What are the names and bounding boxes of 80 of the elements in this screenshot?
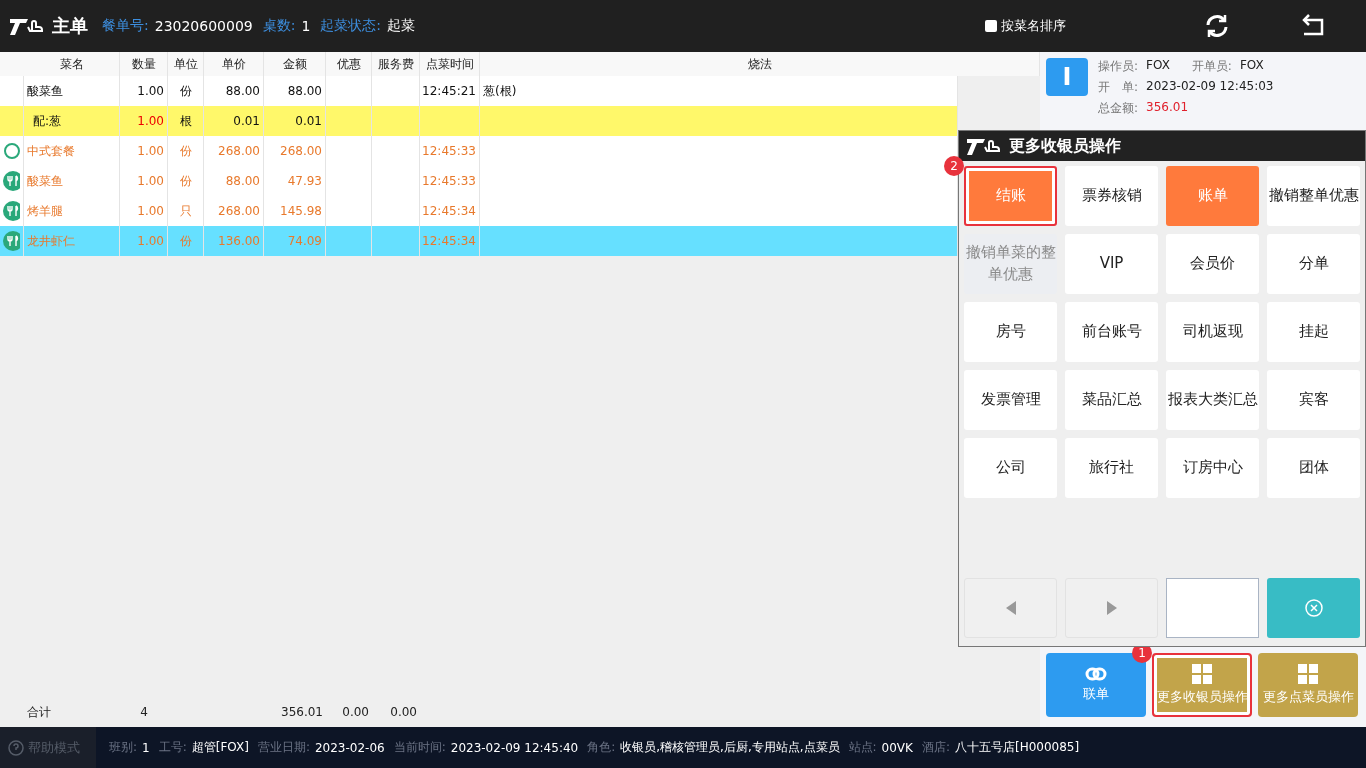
action-button[interactable]: 公司 xyxy=(964,438,1057,498)
status-value: 超管[FOX] xyxy=(191,739,249,756)
status-label: 角色: xyxy=(587,739,616,756)
total-cell-text: 0.00 xyxy=(389,704,418,721)
status-label: 站点: xyxy=(848,739,877,756)
field-value: 1 xyxy=(301,18,311,34)
info-value: FOX xyxy=(1146,58,1170,74)
help-icon[interactable] xyxy=(8,739,24,756)
table-cell: 136.00 xyxy=(204,226,264,256)
info-value: 2023-02-09 12:45:03 xyxy=(1146,79,1274,95)
status-value: 2023-02-06 xyxy=(314,740,385,755)
table-cell: 12:45:34 xyxy=(420,226,480,256)
back-icon[interactable] xyxy=(1300,14,1326,38)
logo-icon xyxy=(965,136,1003,156)
info-value: 356.01 xyxy=(1146,100,1189,116)
field-value: 起菜 xyxy=(387,17,416,35)
status-label: 当前时间: xyxy=(393,739,446,756)
action-button[interactable]: 团体 xyxy=(1267,438,1360,498)
cutlery-icon xyxy=(3,231,20,251)
checkbox[interactable] xyxy=(985,20,997,32)
action-button[interactable]: 分单 xyxy=(1267,234,1360,294)
table-cell: 1.00 xyxy=(120,226,168,256)
cutlery-icon xyxy=(3,201,20,221)
input-field[interactable] xyxy=(1166,578,1259,638)
status-label: 酒店: xyxy=(921,739,950,756)
action-button[interactable]: 票券核销 xyxy=(1065,166,1158,226)
info-value: FOX xyxy=(1239,58,1264,74)
action-button[interactable]: 会员价 xyxy=(1166,234,1259,294)
action-button[interactable]: 订房中心 xyxy=(1166,438,1259,498)
refresh-icon[interactable] xyxy=(1204,13,1230,39)
order-badge: I xyxy=(1046,58,1088,96)
info-label: 操作员: xyxy=(1098,58,1139,75)
field-label: 起菜状态: xyxy=(320,17,382,35)
cutlery-icon xyxy=(3,171,20,191)
status-label: 班别: xyxy=(109,739,138,756)
action-button[interactable]: 旅行社 xyxy=(1065,438,1158,498)
action-button[interactable]: VIP xyxy=(1065,234,1158,294)
ring-icon xyxy=(3,141,20,161)
status-value: 八十五号店[H000085] xyxy=(954,739,1080,756)
close-icon xyxy=(1304,599,1323,617)
table-cell: 龙井虾仁 xyxy=(24,226,120,256)
logo-icon xyxy=(8,16,46,36)
action-button[interactable]: 宾客 xyxy=(1267,370,1360,430)
grid-icon xyxy=(1298,664,1318,684)
action-button[interactable]: 菜品汇总 xyxy=(1065,370,1158,430)
total-cell-text: 356.01 xyxy=(280,704,324,721)
status-label: 营业日期: xyxy=(257,739,310,756)
info-label: 总金额: xyxy=(1098,100,1139,117)
total-cell-text: 0.00 xyxy=(341,704,370,721)
status-value: 00VK xyxy=(881,740,913,755)
grid-icon xyxy=(1192,664,1212,684)
action-button[interactable]: 报表大类汇总 xyxy=(1166,370,1259,430)
sort-checkbox[interactable]: 按菜名排序 xyxy=(985,17,1066,35)
field-label: 餐单号: xyxy=(102,17,149,35)
action-button[interactable]: 房号 xyxy=(964,302,1057,362)
total-cell-text: 4 xyxy=(139,704,149,721)
action-button[interactable]: 司机返现 xyxy=(1166,302,1259,362)
info-label: 开单员: xyxy=(1191,58,1232,75)
table-row[interactable]: 配:葱 1.00 根 0.01 0.01 xyxy=(0,106,958,136)
clear-button[interactable] xyxy=(1267,578,1360,638)
field-value: 23020600009 xyxy=(154,18,253,34)
status-label: 工号: xyxy=(158,739,187,756)
popup-title: 更多收银员操作 xyxy=(1009,135,1121,157)
link-icon xyxy=(1085,667,1107,681)
action-button[interactable]: 前台账号 xyxy=(1065,302,1158,362)
left-triangle-icon xyxy=(1005,601,1016,615)
table-row[interactable]: 酸菜鱼 1.00 份 88.00 88.00 12:45:21 葱(根) xyxy=(0,76,958,106)
action-button[interactable]: 发票管理 xyxy=(964,370,1057,430)
table-cell: 份 xyxy=(168,226,204,256)
info-label: 开 单: xyxy=(1098,79,1139,96)
right-triangle-icon xyxy=(1106,601,1117,615)
status-value: 1 xyxy=(142,740,150,755)
status-value: 收银员,稽核管理员,后厨,专用站点,点菜员 xyxy=(620,739,840,756)
total-cell-text: 合计 xyxy=(26,703,52,721)
status-value: 2023-02-09 12:45:40 xyxy=(450,740,579,755)
action-button[interactable]: 撤销整单优惠 xyxy=(1267,166,1360,226)
table-cell: 74.09 xyxy=(264,226,326,256)
action-button[interactable]: 挂起 xyxy=(1267,302,1360,362)
page-title: 主单 xyxy=(52,14,88,38)
field-label: 桌数: xyxy=(262,17,296,35)
